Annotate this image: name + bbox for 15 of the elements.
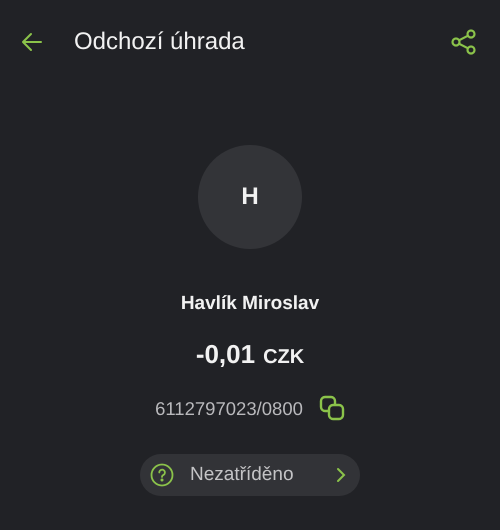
back-button[interactable] (20, 30, 44, 54)
question-icon (150, 463, 174, 488)
counterparty-name: Havlík Miroslav (180, 292, 320, 316)
chevron-right-icon (336, 467, 346, 484)
currency-code: CZK (263, 344, 304, 370)
copy-button[interactable] (318, 395, 345, 422)
share-button[interactable] (450, 28, 478, 56)
share-icon (450, 28, 478, 56)
avatar: H (198, 145, 302, 249)
back-icon (20, 30, 44, 54)
screen-title: Odchozí úhrada (74, 27, 245, 57)
copy-icon (318, 395, 345, 422)
category-chip[interactable]: Nezatříděno (140, 454, 360, 496)
amount-value: -0,01 (196, 338, 256, 370)
account-number: 6112797023/0800 (155, 396, 303, 420)
